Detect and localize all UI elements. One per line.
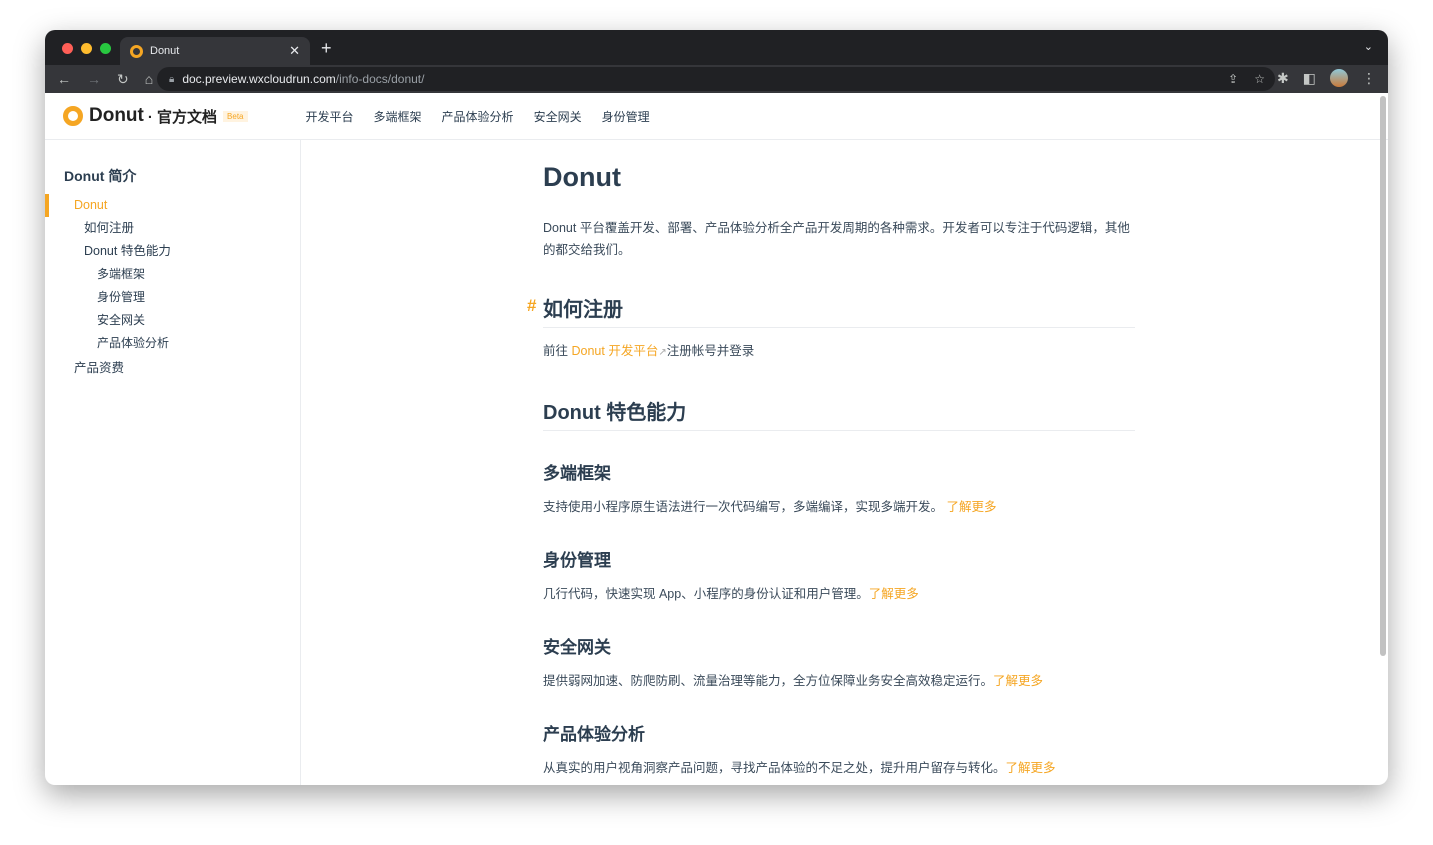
tab-search-chevron-icon[interactable]: ⌄ [1364, 40, 1373, 53]
favicon-icon [130, 44, 143, 58]
share-icon[interactable]: ⇪ [1228, 72, 1238, 86]
address-bar[interactable]: 🔒︎ doc.preview.wxcloudrun.com/info-docs/… [157, 67, 1275, 91]
scrollbar[interactable] [1380, 96, 1386, 656]
sidebar-item-analysis[interactable]: 产品体验分析 [45, 332, 300, 355]
forward-icon[interactable]: → [87, 71, 101, 88]
sidebar-item-features[interactable]: Donut 特色能力 [45, 240, 300, 263]
brand-name[interactable]: Donut [89, 105, 144, 127]
dev-platform-link[interactable]: Donut 开发平台 [571, 344, 658, 358]
feature-desc: 几行代码，快速实现 App、小程序的身份认证和用户管理。了解更多 [543, 587, 919, 601]
reload-icon[interactable]: ↻ [117, 71, 129, 88]
site-header: Donut · 官方文档 Beta 开发平台 多端框架 产品体验分析 安全网关 … [45, 93, 1388, 140]
close-tab-icon[interactable]: ✕ [289, 43, 300, 59]
home-icon[interactable]: ⌂ [145, 71, 153, 88]
bookmark-star-icon[interactable]: ☆ [1254, 72, 1265, 86]
browser-tab[interactable]: Donut ✕ [120, 37, 310, 65]
register-paragraph: 前往 Donut 开发平台↗注册帐号并登录 [543, 344, 755, 358]
feature-desc: 支持使用小程序原生语法进行一次代码编写，多端编译，实现多端开发。 了解更多 [543, 500, 997, 514]
tab-bar: Donut ✕ + ⌄ [45, 30, 1388, 65]
back-icon[interactable]: ← [57, 71, 71, 88]
profile-avatar[interactable] [1330, 69, 1348, 87]
lock-icon: 🔒︎ [169, 73, 175, 85]
donut-logo-icon [63, 106, 83, 126]
feature-desc: 提供弱网加速、防爬防刷、流量治理等能力，全方位保障业务安全高效稳定运行。了解更多 [543, 674, 1044, 688]
feature-title: 身份管理 [543, 551, 611, 570]
browser-toolbar: ← → ↻ ⌂ 🔒︎ doc.preview.wxcloudrun.com/in… [45, 65, 1388, 93]
extensions-icon[interactable]: ✱ [1277, 70, 1289, 87]
menu-icon[interactable]: ⋮ [1362, 70, 1376, 87]
learn-more-link[interactable]: 了解更多 [869, 587, 919, 601]
close-window-button[interactable] [62, 43, 73, 54]
tab-title: Donut [150, 45, 180, 57]
register-heading: # 如何注册 [527, 293, 1135, 328]
url-path: /info-docs/donut/ [335, 72, 425, 86]
learn-more-link[interactable]: 了解更多 [946, 500, 996, 514]
sidebar-heading[interactable]: Donut 简介 [64, 166, 300, 186]
learn-more-link[interactable]: 了解更多 [993, 674, 1043, 688]
nav-experience-analysis[interactable]: 产品体验分析 [442, 108, 514, 125]
top-nav: 开发平台 多端框架 产品体验分析 安全网关 身份管理 [306, 108, 650, 125]
page-title: Donut [543, 162, 621, 192]
feature-title: 产品体验分析 [543, 725, 645, 744]
beta-badge: Beta [223, 110, 248, 122]
brand-subtitle: · 官方文档 [147, 108, 218, 126]
sidebar-item-register[interactable]: 如何注册 [45, 217, 300, 240]
learn-more-link[interactable]: 了解更多 [1006, 761, 1056, 775]
feature-title: 多端框架 [543, 464, 611, 483]
external-link-icon: ↗ [658, 347, 667, 358]
nav-multi-framework[interactable]: 多端框架 [374, 108, 422, 125]
sidebar-item-pricing[interactable]: 产品资费 [45, 357, 300, 380]
sidebar: Donut 简介 Donut 如何注册 Donut 特色能力 多端框架 身份管理… [45, 140, 301, 785]
intro-paragraph: Donut 平台覆盖开发、部署、产品体验分析全产品开发周期的各种需求。开发者可以… [543, 221, 1130, 257]
features-heading: Donut 特色能力 [543, 396, 1135, 431]
nav-dev-platform[interactable]: 开发平台 [306, 108, 354, 125]
sidebar-item-multi-framework[interactable]: 多端框架 [45, 263, 300, 286]
browser-window: Donut ✕ + ⌄ ← → ↻ ⌂ 🔒︎ doc.preview.wxclo… [45, 30, 1388, 785]
window-controls [62, 43, 111, 54]
anchor-hash-icon[interactable]: # [527, 296, 536, 316]
maximize-window-button[interactable] [100, 43, 111, 54]
sidebar-item-identity[interactable]: 身份管理 [45, 286, 300, 309]
feature-title: 安全网关 [543, 638, 611, 657]
sidebar-item-donut[interactable]: Donut [45, 194, 300, 217]
new-tab-icon[interactable]: + [321, 38, 332, 59]
side-panel-icon[interactable]: ◧ [1303, 70, 1316, 87]
nav-security-gateway[interactable]: 安全网关 [534, 108, 582, 125]
url-host: doc.preview.wxcloudrun.com [182, 72, 336, 86]
minimize-window-button[interactable] [81, 43, 92, 54]
sidebar-item-gateway[interactable]: 安全网关 [45, 309, 300, 332]
feature-desc: 从真实的用户视角洞察产品问题，寻找产品体验的不足之处，提升用户留存与转化。了解更… [543, 761, 1056, 775]
nav-identity[interactable]: 身份管理 [602, 108, 650, 125]
main-content: Donut Donut 平台覆盖开发、部署、产品体验分析全产品开发周期的各种需求… [527, 140, 1135, 779]
